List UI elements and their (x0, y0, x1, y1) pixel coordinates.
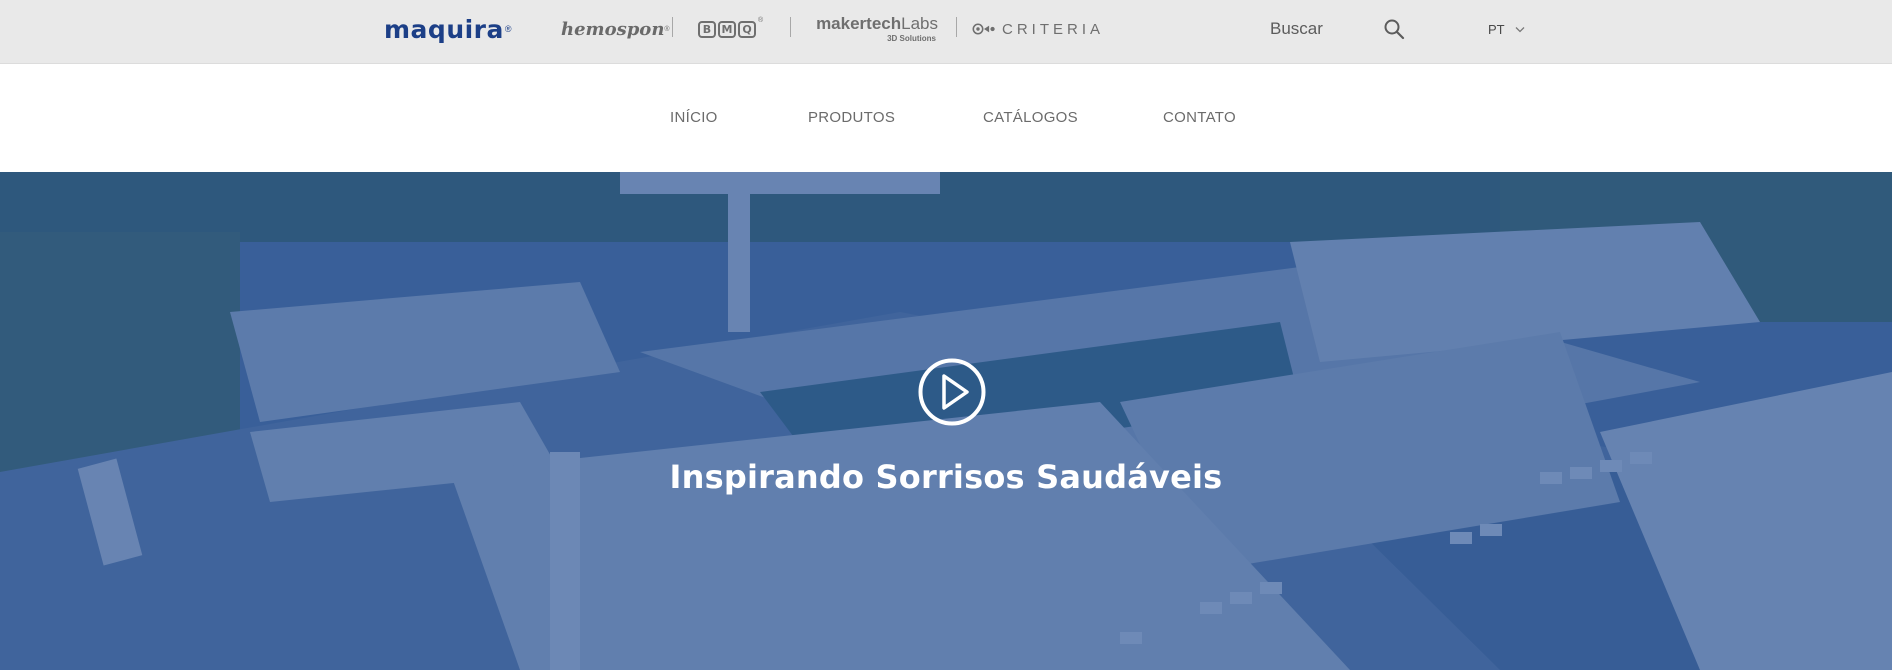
chevron-down-icon (1515, 27, 1525, 33)
registered-mark: ® (758, 17, 764, 24)
brand-divider (956, 17, 957, 37)
makertech-bold-text: makertech (816, 14, 902, 33)
registered-mark: ® (664, 25, 670, 33)
criteria-mark-icon (972, 23, 995, 35)
criteria-logo-text: CRITERIA (1001, 20, 1104, 38)
brand-divider (672, 17, 673, 37)
bmq-logo[interactable]: B M Q ® (698, 0, 764, 58)
hero-banner: Inspirando Sorrisos Saudáveis (0, 172, 1892, 670)
main-navigation: INÍCIO PRODUTOS CATÁLOGOS CONTATO (0, 64, 1892, 172)
brand-divider (790, 17, 791, 37)
registered-mark: ® (504, 24, 512, 34)
bmq-letter-m: M (718, 20, 736, 38)
nav-item-catalogos[interactable]: CATÁLOGOS (983, 109, 1078, 126)
language-code: PT (1488, 22, 1505, 37)
bmq-letter-b: B (698, 20, 716, 38)
maquira-logo[interactable]: maquira ® (384, 0, 524, 58)
search-label[interactable]: Buscar (1270, 19, 1323, 39)
brand-bar: maquira ® hemospon ® B M Q ® makertechLa… (0, 0, 1892, 64)
play-icon[interactable] (918, 358, 986, 426)
criteria-logo[interactable]: CRITERIA (972, 0, 1104, 58)
language-selector[interactable]: PT (1488, 22, 1525, 37)
makertech-subtitle: 3D Solutions (887, 34, 936, 43)
search-icon[interactable] (1383, 18, 1405, 40)
hemospon-logo[interactable]: hemospon ® (561, 0, 670, 58)
nav-item-produtos[interactable]: PRODUTOS (808, 109, 895, 126)
hero-title: Inspirando Sorrisos Saudáveis (669, 458, 1223, 496)
nav-item-inicio[interactable]: INÍCIO (670, 109, 718, 126)
makertech-labs-logo[interactable]: makertechLabs 3D Solutions (806, 0, 938, 58)
makertech-thin-text: Labs (901, 14, 938, 33)
makertech-logo-text: makertechLabs (816, 15, 938, 32)
hemospon-logo-text: hemospon (561, 18, 665, 40)
bmq-letter-q: Q (738, 20, 756, 38)
nav-item-contato[interactable]: CONTATO (1163, 109, 1236, 126)
maquira-logo-text: maquira (384, 14, 504, 44)
